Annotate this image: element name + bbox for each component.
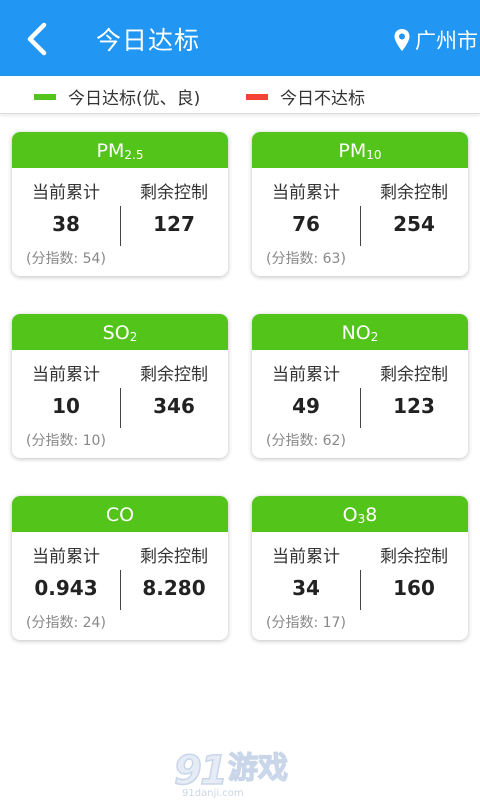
- legend-good: 今日达标(优、良): [34, 84, 200, 109]
- remaining-value: 160: [393, 576, 435, 600]
- card-header: PM10: [252, 132, 468, 168]
- remaining-label: 剩余控制: [140, 365, 208, 385]
- pollutant-name: PM: [96, 140, 125, 162]
- remaining-label: 剩余控制: [140, 183, 208, 203]
- card-header: PM2.5: [12, 132, 228, 168]
- current-value: 0.943: [34, 576, 98, 600]
- sub-index: (分指数: 10): [26, 433, 106, 449]
- current-value: 76: [292, 212, 320, 236]
- sub-index: (分指数: 17): [266, 615, 346, 631]
- card-body: 当前累计 剩余控制 38 127 (分指数: 54): [12, 168, 228, 276]
- pollutant-subscript: 2: [370, 330, 379, 344]
- page-title: 今日达标: [96, 26, 201, 55]
- legend-bad-swatch: [246, 93, 268, 100]
- svg-text:91danji.com: 91danji.com: [182, 788, 244, 798]
- legend-good-label: 今日达标(优、良): [68, 89, 201, 109]
- remaining-value: 254: [393, 212, 435, 236]
- card-header: SO2: [12, 314, 228, 350]
- card-header: NO2: [252, 314, 468, 350]
- current-value: 10: [52, 394, 80, 418]
- pollutant-card-o3-8h[interactable]: O38 当前累计 剩余控制 34 160 (分指数: 17): [252, 496, 468, 640]
- card-header: CO: [12, 496, 228, 532]
- legend-bad: 今日不达标: [246, 84, 365, 109]
- pollutant-suffix: 8: [365, 504, 378, 526]
- legend-bad-label: 今日不达标: [280, 89, 365, 109]
- location-pin-icon: [394, 29, 410, 51]
- current-label: 当前累计: [32, 183, 100, 203]
- remaining-value: 127: [153, 212, 195, 236]
- current-label: 当前累计: [272, 547, 340, 567]
- location-label: 广州市: [415, 29, 478, 53]
- pollutant-name: SO: [102, 322, 130, 344]
- pollutant-card-pm10[interactable]: PM10 当前累计 剩余控制 76 254 (分指数: 63): [252, 132, 468, 276]
- location-selector[interactable]: 广州市: [393, 25, 478, 55]
- remaining-value: 8.280: [142, 576, 206, 600]
- card-body: 当前累计 剩余控制 34 160 (分指数: 17): [252, 532, 468, 640]
- pollutant-card-co[interactable]: CO 当前累计 剩余控制 0.943 8.280 (分指数: 24): [12, 496, 228, 640]
- remaining-value: 346: [153, 394, 195, 418]
- watermark-logo: 9 1 游戏 91danji.com: [173, 747, 288, 798]
- sub-index: (分指数: 62): [266, 433, 346, 449]
- pollutant-name: O: [342, 504, 358, 526]
- pollutant-card-so2[interactable]: SO2 当前累计 剩余控制 10 346 (分指数: 10): [12, 314, 228, 458]
- remaining-label: 剩余控制: [380, 365, 448, 385]
- sub-index: (分指数: 63): [266, 251, 346, 267]
- pollutant-name: NO: [341, 322, 371, 344]
- card-body: 当前累计 剩余控制 76 254 (分指数: 63): [252, 168, 468, 276]
- current-label: 当前累计: [272, 365, 340, 385]
- remaining-label: 剩余控制: [140, 547, 208, 567]
- pollutant-subscript: 10: [366, 148, 382, 162]
- remaining-label: 剩余控制: [380, 183, 448, 203]
- back-arrow-icon[interactable]: [22, 20, 56, 58]
- sub-index: (分指数: 24): [26, 615, 106, 631]
- current-value: 49: [292, 394, 320, 418]
- pollutant-name: CO: [105, 504, 135, 526]
- current-label: 当前累计: [32, 547, 100, 567]
- pollutant-subscript: 2: [129, 330, 138, 344]
- svg-text:游戏: 游戏: [228, 751, 288, 786]
- card-header: O38: [252, 496, 468, 532]
- current-label: 当前累计: [272, 183, 340, 203]
- legend-bar: 今日达标(优、良) 今日不达标: [0, 76, 480, 114]
- pollutant-name: PM: [338, 140, 367, 162]
- sub-index: (分指数: 54): [26, 251, 106, 267]
- pollutant-subscript: 2.5: [124, 148, 144, 162]
- card-body: 当前累计 剩余控制 0.943 8.280 (分指数: 24): [12, 532, 228, 640]
- pollutant-card-pm25[interactable]: PM2.5 当前累计 剩余控制 38 127 (分指数: 54): [12, 132, 228, 276]
- remaining-label: 剩余控制: [380, 547, 448, 567]
- pollutant-card-no2[interactable]: NO2 当前累计 剩余控制 49 123 (分指数: 62): [252, 314, 468, 458]
- remaining-value: 123: [393, 394, 435, 418]
- card-body: 当前累计 剩余控制 10 346 (分指数: 10): [12, 350, 228, 458]
- current-value: 34: [292, 576, 320, 600]
- app-header: 今日达标 广州市: [0, 0, 480, 76]
- current-value: 38: [52, 212, 80, 236]
- legend-good-swatch: [34, 93, 56, 100]
- card-body: 当前累计 剩余控制 49 123 (分指数: 62): [252, 350, 468, 458]
- current-label: 当前累计: [32, 365, 100, 385]
